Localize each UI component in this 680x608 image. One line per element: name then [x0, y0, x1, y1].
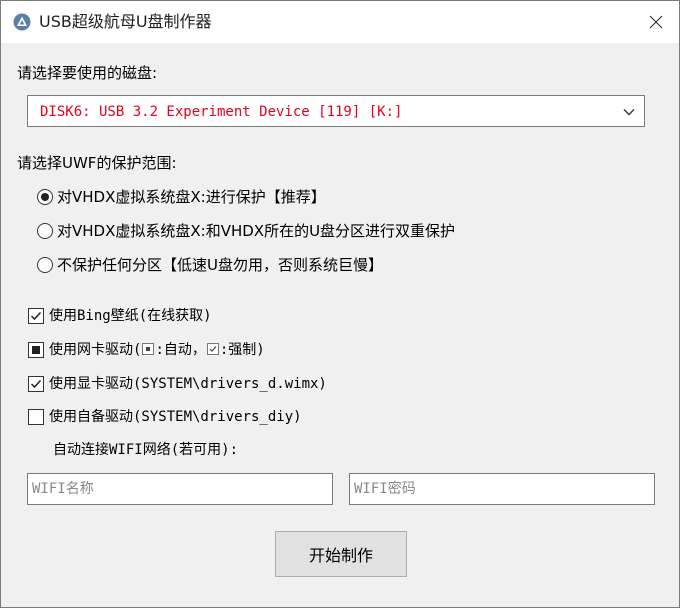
start-button[interactable]: 开始制作: [275, 531, 407, 577]
checkbox[interactable]: [28, 308, 44, 324]
uwf-option-none[interactable]: 不保护任何分区【低速U盘勿用，否则系统巨慢】: [37, 254, 383, 276]
disk-select-value: DISK6: USB 3.2 Experiment Device [119] […: [40, 104, 403, 120]
gpu-driver-label: 使用显卡驱动(SYSTEM\drivers_d.wimx): [49, 376, 327, 392]
checkmark-icon: [30, 379, 42, 389]
window-title: USB超级航母U盘制作器: [39, 12, 212, 31]
uwf-option-dual[interactable]: 对VHDX虚拟系统盘X:和VHDX所在的U盘分区进行双重保护: [37, 220, 455, 242]
title-bar: USB超级航母U盘制作器: [1, 1, 679, 43]
nic-driver-option[interactable]: 使用网卡驱动( :自动， :强制): [28, 339, 265, 361]
app-logo-icon: [13, 13, 31, 31]
indeterminate-legend-icon: [142, 343, 155, 355]
nic-auto-label: :自动，: [155, 342, 206, 358]
gpu-driver-option[interactable]: 使用显卡驱动(SYSTEM\drivers_d.wimx): [28, 373, 327, 395]
uwf-option-label: 不保护任何分区【低速U盘勿用，否则系统巨慢】: [57, 256, 383, 274]
wifi-password-input[interactable]: [349, 473, 655, 505]
close-button[interactable]: [633, 1, 679, 43]
nic-force-label: :强制): [219, 342, 265, 358]
uwf-scope-label: 请选择UWF的保护范围:: [17, 154, 177, 172]
uwf-option-label: 对VHDX虚拟系统盘X:和VHDX所在的U盘分区进行双重保护: [57, 222, 456, 240]
nic-driver-prefix: 使用网卡驱动(: [49, 342, 142, 358]
bing-wallpaper-label: 使用Bing壁纸(在线获取): [49, 308, 212, 324]
checkbox[interactable]: [28, 342, 44, 358]
bing-wallpaper-option[interactable]: 使用Bing壁纸(在线获取): [28, 305, 212, 327]
uwf-option-label: 对VHDX虚拟系统盘X:进行保护【推荐】: [57, 188, 326, 206]
disk-select-label: 请选择要使用的磁盘:: [17, 64, 158, 82]
nic-driver-label: 使用网卡驱动( :自动， :强制): [49, 340, 265, 360]
diy-driver-label: 使用自备驱动(SYSTEM\drivers_diy): [49, 409, 302, 425]
radio-button[interactable]: [37, 223, 53, 239]
chevron-down-icon: [623, 109, 635, 116]
radio-button[interactable]: [37, 189, 53, 205]
checkmark-icon: [30, 311, 42, 321]
uwf-option-vhdx[interactable]: 对VHDX虚拟系统盘X:进行保护【推荐】: [37, 186, 326, 208]
diy-driver-option[interactable]: 使用自备驱动(SYSTEM\drivers_diy): [28, 406, 302, 428]
wifi-name-input[interactable]: [27, 473, 333, 505]
radio-button[interactable]: [37, 257, 53, 273]
close-icon: [649, 15, 663, 29]
app-window: USB超级航母U盘制作器 请选择要使用的磁盘: DISK6: USB 3.2 E…: [0, 0, 680, 608]
disk-select[interactable]: DISK6: USB 3.2 Experiment Device [119] […: [27, 95, 645, 127]
checkbox[interactable]: [28, 409, 44, 425]
checked-legend-icon: [206, 343, 219, 355]
wifi-label: 自动连接WIFI网络(若可用):: [53, 442, 239, 458]
checkbox[interactable]: [28, 376, 44, 392]
